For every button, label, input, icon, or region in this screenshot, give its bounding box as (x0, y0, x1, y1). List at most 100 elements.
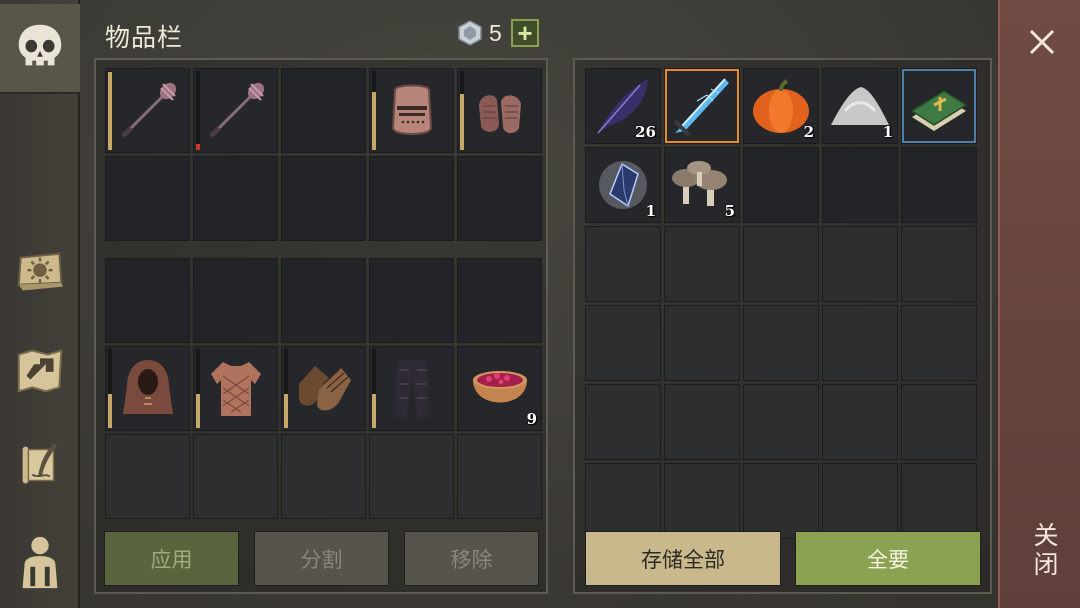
inventory-slot[interactable] (193, 434, 278, 519)
storage-slot[interactable] (664, 384, 740, 460)
storage-slot[interactable] (585, 226, 661, 302)
padded-tunic-icon (210, 361, 261, 416)
storage-slot[interactable]: 26 (585, 68, 661, 144)
tab-crafting[interactable] (0, 516, 80, 606)
tab-map[interactable] (0, 325, 80, 415)
tab-skills[interactable] (0, 230, 80, 320)
storage-slot[interactable] (901, 384, 977, 460)
store-all-button[interactable]: 存储全部 (585, 531, 781, 586)
inventory-slot[interactable] (105, 434, 190, 519)
durability-bar (196, 144, 200, 150)
mace-icon (120, 82, 176, 138)
durability-bar (372, 394, 376, 428)
storage-grid: 26 2 1 1 5 (585, 68, 977, 539)
inventory-slot[interactable] (281, 434, 366, 519)
hood-icon (122, 359, 173, 414)
inventory-slot[interactable] (105, 258, 190, 343)
durability-bar (108, 394, 112, 428)
inventory-slot[interactable] (369, 156, 454, 241)
inventory-slot[interactable] (193, 258, 278, 343)
storage-slot[interactable] (822, 463, 898, 539)
close-panel[interactable]: 关闭 (998, 0, 1080, 608)
take-all-button[interactable]: 全要 (795, 531, 981, 586)
storage-slot[interactable]: 1 (585, 147, 661, 223)
gem-icon (458, 20, 482, 46)
berry-bowl-icon (472, 370, 527, 402)
storage-slot[interactable] (743, 384, 819, 460)
storage-slot[interactable] (664, 226, 740, 302)
equipment-grid (105, 68, 542, 241)
inventory-slot[interactable] (281, 68, 366, 153)
tab-character[interactable] (0, 4, 80, 94)
storage-slot[interactable] (822, 147, 898, 223)
storage-slot[interactable]: 1 (822, 68, 898, 144)
leather-gloves-icon (298, 365, 351, 410)
inventory-slot[interactable] (105, 156, 190, 241)
storage-slot[interactable] (743, 305, 819, 381)
storage-slot[interactable] (901, 226, 977, 302)
map-arrow-icon (17, 349, 63, 393)
inventory-slot[interactable] (193, 68, 278, 153)
storage-slot[interactable] (664, 68, 740, 144)
durability-bar (284, 394, 288, 428)
storage-slot[interactable] (822, 226, 898, 302)
item-quantity: 26 (635, 123, 656, 141)
apply-button[interactable]: 应用 (104, 531, 239, 586)
close-icon[interactable] (1028, 28, 1056, 56)
remove-button[interactable]: 移除 (404, 531, 539, 586)
trousers-icon (394, 359, 429, 418)
inventory-slot[interactable] (457, 68, 542, 153)
storage-slot[interactable] (743, 147, 819, 223)
add-gems-button[interactable]: + (511, 19, 539, 47)
storage-slot[interactable] (585, 384, 661, 460)
item-quantity: 1 (882, 123, 893, 141)
storage-slot[interactable] (901, 463, 977, 539)
item-quantity: 9 (526, 410, 537, 428)
inventory-slot[interactable] (369, 258, 454, 343)
split-button[interactable]: 分割 (254, 531, 389, 586)
character-silhouette-icon (22, 536, 58, 589)
storage-slot[interactable] (585, 305, 661, 381)
inventory-slot[interactable] (369, 346, 454, 431)
inventory-slot[interactable] (105, 346, 190, 431)
inventory-slot[interactable] (281, 346, 366, 431)
gem-count: 5 (489, 20, 502, 46)
inventory-slot[interactable] (457, 156, 542, 241)
storage-slot[interactable] (822, 384, 898, 460)
storage-slot[interactable]: 5 (664, 147, 740, 223)
durability-bar (372, 92, 376, 150)
storage-slot[interactable] (743, 463, 819, 539)
storage-slot[interactable] (901, 147, 977, 223)
storage-slot[interactable] (743, 226, 819, 302)
chainmail-gloves-icon (478, 94, 521, 133)
great-helm-icon (391, 84, 432, 135)
inventory-slot[interactable]: 9 (457, 346, 542, 431)
mace-icon (208, 82, 264, 138)
durability-bar (460, 94, 464, 150)
inventory-slot[interactable] (369, 68, 454, 153)
storage-slot[interactable] (664, 463, 740, 539)
inventory-slot[interactable] (281, 258, 366, 343)
close-label[interactable]: 关闭 (1026, 522, 1062, 580)
inventory-slot[interactable] (105, 68, 190, 153)
inventory-slot[interactable] (457, 434, 542, 519)
durability-bar (196, 394, 200, 428)
item-quantity: 2 (803, 123, 814, 141)
storage-slot[interactable] (664, 305, 740, 381)
inventory-slot[interactable] (193, 156, 278, 241)
inventory-slot[interactable] (193, 346, 278, 431)
sidebar (0, 0, 80, 608)
storage-slot[interactable] (901, 68, 977, 144)
storage-slot[interactable]: 2 (743, 68, 819, 144)
item-quantity: 1 (645, 202, 656, 220)
inventory-slot[interactable] (281, 156, 366, 241)
backpack-grid: 9 (105, 258, 542, 519)
inventory-slot[interactable] (369, 434, 454, 519)
tab-quests[interactable] (0, 420, 80, 510)
storage-slot[interactable] (585, 463, 661, 539)
inventory-slot[interactable] (457, 258, 542, 343)
storage-slot[interactable] (901, 305, 977, 381)
storage-slot[interactable] (822, 305, 898, 381)
green-book-icon (910, 90, 968, 131)
quill-scroll-icon (22, 443, 58, 484)
